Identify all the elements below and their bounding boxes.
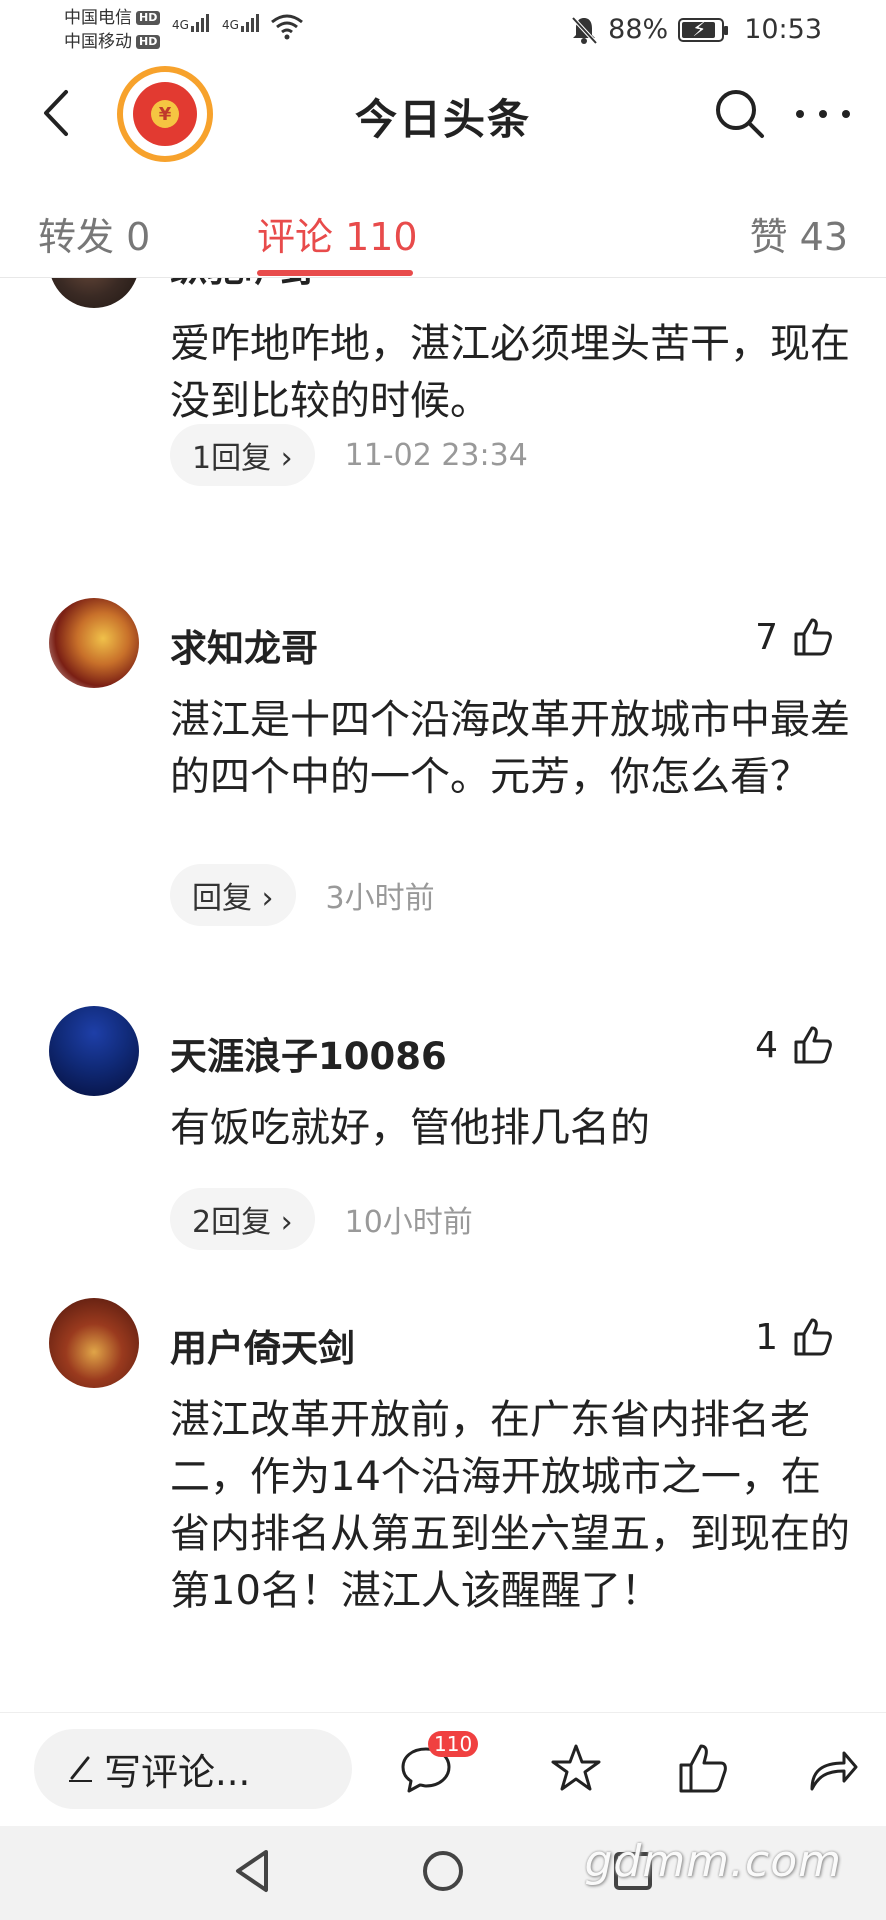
like-count: 7 — [755, 616, 778, 658]
star-icon[interactable] — [548, 1741, 604, 1797]
system-navigation-bar: gdmm.com — [0, 1826, 886, 1920]
comment-username[interactable]: 天涯浪子10086 — [170, 1026, 447, 1080]
thumbs-up-icon — [794, 1026, 832, 1064]
avatar[interactable] — [49, 598, 139, 688]
thumbs-up-icon — [794, 1318, 832, 1356]
nav-back-icon[interactable] — [228, 1846, 278, 1896]
carrier-2-name: 中国移动 — [64, 32, 132, 52]
write-comment-placeholder: 写评论... — [104, 1751, 251, 1794]
reply-button[interactable]: 回复 › — [170, 864, 296, 926]
battery-icon: ⚡ — [678, 16, 729, 42]
hd-badge: HD — [136, 35, 161, 49]
tab-comments[interactable]: 评论 110 — [257, 206, 418, 261]
reply-button[interactable]: 2回复 › — [170, 1188, 315, 1250]
reply-button[interactable]: 1回复 › — [170, 424, 315, 486]
like-button[interactable]: 4 — [755, 1024, 834, 1066]
comment-item: 纵驰旷野 4 爱咋地咋地，湛江必须埋头苦干，现在没到比较的时候。 1回复 › 1… — [0, 278, 886, 486]
comment-meta: 1回复 › 11-02 23:34 — [170, 424, 528, 486]
status-bar: 中国电信 HD 中国移动 HD 4G 4G 88% ⚡ 10:53 — [0, 0, 886, 58]
more-options-button[interactable] — [796, 104, 850, 124]
app-header: ¥ 今日头条 — [0, 58, 886, 168]
avatar[interactable] — [49, 1298, 139, 1388]
tab-bar: 转发 0 评论 110 赞 43 — [0, 200, 886, 278]
comment-list[interactable]: 纵驰旷野 4 爱咋地咋地，湛江必须埋头苦干，现在没到比较的时候。 1回复 › 1… — [0, 278, 886, 1712]
search-icon[interactable] — [712, 86, 768, 142]
comment-text: 有饭吃就好，管他排几名的 — [170, 1105, 650, 1151]
wifi-icon — [271, 14, 303, 40]
like-button[interactable]: 7 — [755, 616, 834, 658]
carrier-1-name: 中国电信 — [64, 8, 132, 28]
network-type: 4G — [222, 18, 239, 32]
charging-icon: ⚡ — [692, 16, 707, 41]
nav-home-icon[interactable] — [418, 1846, 468, 1896]
comment-username[interactable]: 纵驰旷野 — [170, 278, 318, 292]
carrier-1: 中国电信 HD — [64, 6, 161, 30]
write-comment-input[interactable]: 写评论... — [34, 1729, 352, 1809]
bottom-action-bar: 写评论... 110 — [0, 1712, 886, 1826]
avatar[interactable] — [49, 1006, 139, 1096]
bell-muted-icon — [571, 16, 598, 44]
like-button[interactable]: 1 — [755, 1316, 834, 1358]
comment-meta: 2回复 › 10小时前 — [170, 1188, 473, 1250]
comment-item: 求知龙哥 7 湛江是十四个沿海改革开放城市中最差的四个中的一个。元芳，你怎么看？… — [0, 598, 886, 958]
comment-username[interactable]: 求知龙哥 — [170, 618, 318, 672]
pen-icon — [69, 1756, 92, 1782]
hd-badge: HD — [136, 11, 161, 25]
clock: 10:53 — [744, 14, 822, 45]
network-type: 4G — [172, 18, 189, 32]
carrier-info: 中国电信 HD 中国移动 HD — [64, 6, 161, 54]
thumbs-up-icon — [794, 618, 832, 656]
comment-time: 11-02 23:34 — [344, 437, 528, 473]
watermark: gdmm.com — [584, 1836, 842, 1887]
comment-time: 3小时前 — [325, 881, 435, 916]
battery-percent: 88% — [608, 14, 669, 45]
signal-icon: 4G — [172, 14, 209, 32]
carrier-2: 中国移动 HD — [64, 30, 161, 54]
comment-text: 爱咋地咋地，湛江必须埋头苦干，现在没到比较的时候。 — [170, 321, 850, 424]
thumbs-up-icon[interactable] — [676, 1741, 732, 1797]
comment-text: 湛江改革开放前，在广东省内排名老二，作为14个沿海开放城市之一，在省内排名从第五… — [170, 1397, 850, 1614]
tab-reposts[interactable]: 转发 0 — [38, 206, 150, 261]
comment-item: 天涯浪子10086 4 有饭吃就好，管他排几名的 2回复 › 10小时前 — [0, 1006, 886, 1276]
comment-count-badge: 110 — [428, 1731, 479, 1757]
status-right: 88% ⚡ 10:53 — [570, 14, 822, 45]
signal-icon: 4G — [222, 14, 259, 32]
avatar[interactable] — [49, 278, 139, 308]
share-icon[interactable] — [804, 1741, 860, 1797]
comment-meta: 回复 › 3小时前 — [170, 864, 435, 926]
like-count: 1 — [755, 1316, 778, 1358]
tab-likes[interactable]: 赞 43 — [750, 206, 848, 261]
like-count: 4 — [755, 1024, 778, 1066]
comment-text: 湛江是十四个沿海改革开放城市中最差的四个中的一个。元芳，你怎么看？ — [170, 697, 850, 800]
comment-time: 10小时前 — [344, 1205, 473, 1240]
comment-username[interactable]: 用户倚天剑 — [170, 1318, 355, 1372]
tab-indicator — [257, 270, 413, 276]
comment-item: 用户倚天剑 1 湛江改革开放前，在广东省内排名老二，作为14个沿海开放城市之一，… — [0, 1298, 886, 1712]
